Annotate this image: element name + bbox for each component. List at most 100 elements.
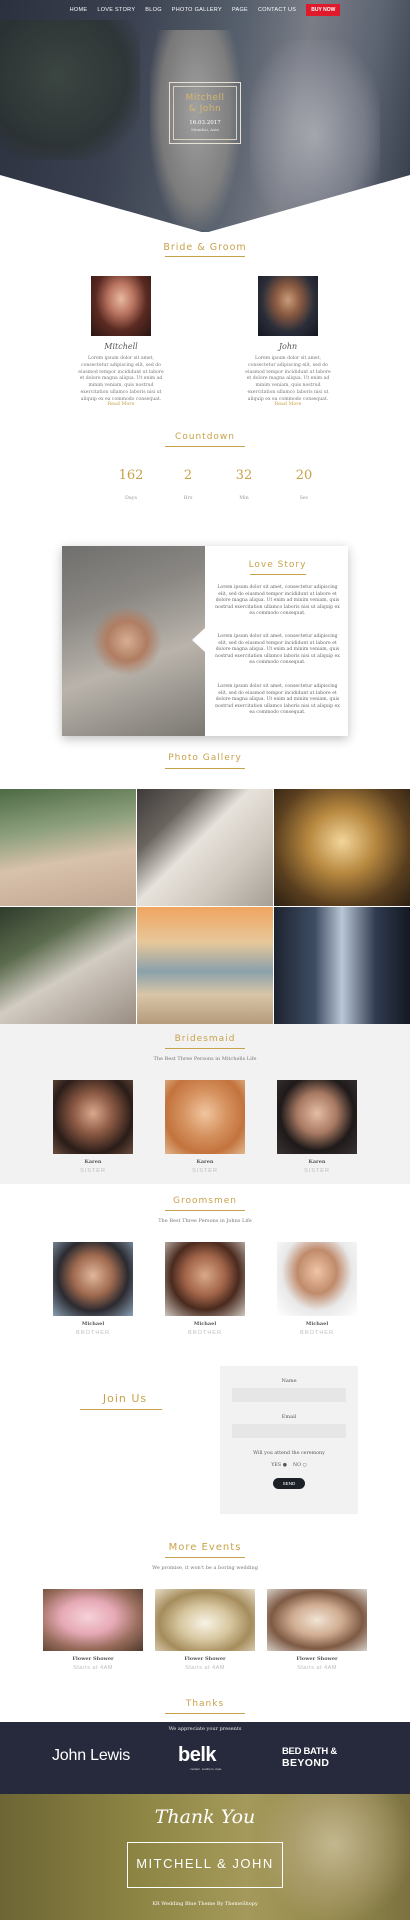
nav-contact[interactable]: CONTACT US [258,7,296,13]
hero-divider-right [205,175,410,233]
bridesmaid-name-1: Karen [84,1159,102,1165]
gallery-photo-4[interactable] [0,907,136,1024]
attend-yes-label: YES [271,1463,282,1468]
attend-no-label: NO [292,1463,302,1468]
gallery-photo-3[interactable] [274,789,410,906]
event-photo-1 [43,1589,143,1651]
top-nav: HOME LOVE STORY BLOG PHOTO GALLERY PAGE … [0,0,410,20]
bbb-logo-line1: BED BATH & [282,1746,337,1757]
love-story-divider [250,574,306,575]
nav-blog[interactable]: BLOG [145,7,161,13]
event-name-3: Flower Shower [296,1656,338,1662]
gallery-photo-5[interactable] [137,907,273,1024]
footer-names: MITCHELL & JOHN [136,1856,274,1871]
groomsman-name-3: Michael [305,1321,329,1327]
bbb-logo-line2: BEYOND [282,1757,330,1769]
nav-love-story[interactable]: LOVE STORY [97,7,135,13]
bride-groom-divider [165,256,245,257]
hero-names-line1: Mitchell [185,93,225,103]
bride-bio: Lorem ipsum dolor sit amet, consectetur … [78,356,164,402]
footer-credit: KR Wedding Blue Theme By ThemeShopy [152,1901,258,1907]
attend-yes-option[interactable]: YES ● [271,1463,287,1468]
hero-date: 16.03.2017 [189,120,221,126]
groom-name: John [278,342,298,351]
gallery-photo-1[interactable] [0,789,136,906]
bridesmaid-photo-3 [277,1080,357,1154]
name-label: Name [281,1378,297,1384]
radio-empty-icon: ○ [302,1463,307,1468]
bride-name: Mitchell [104,342,138,351]
belk-tagline: modern. southern. style. [190,1767,223,1771]
gallery-photo-6[interactable] [274,907,410,1024]
bridesmaid-role-2: SISTER [192,1168,218,1174]
countdown-minutes-value: 32 [235,468,253,483]
groomsman-role-3: BROTHER [300,1330,334,1336]
countdown-divider [165,446,245,447]
join-us-divider [80,1409,162,1410]
thank-you-heading: Thank You [154,1806,256,1828]
event-photo-2 [155,1589,255,1651]
thanks-divider [165,1713,245,1714]
countdown-seconds-label: Sec [299,496,309,501]
bridesmaid-role-3: SISTER [304,1168,330,1174]
groomsman-photo-2 [165,1242,245,1316]
groom-bio: Lorem ipsum dolor sit amet, consectetur … [245,356,331,402]
groomsman-photo-1 [53,1242,133,1316]
groomsman-role-2: BROTHER [188,1330,222,1336]
love-story-paragraph-1: Lorem ipsum dolor sit amet, consectetur … [215,585,340,617]
nav-photo-gallery[interactable]: PHOTO GALLERY [172,7,222,13]
thanks-subtitle: We appreciate your presents [168,1726,242,1732]
countdown-title: Countdown [174,432,235,442]
countdown-hours-label: Hrs [183,496,193,501]
event-time-3: Starts at 4AM [297,1665,337,1671]
bridesmaid-name-2: Karen [196,1159,214,1165]
event-photo-3 [267,1589,367,1651]
send-button[interactable]: SEND [273,1478,305,1489]
hero-divider-left [0,175,205,233]
events-divider [165,1557,245,1558]
gallery-photo-2[interactable] [137,789,273,906]
bride-read-more-link[interactable]: Read More [76,402,166,407]
groom-read-more-link[interactable]: Read More [243,402,333,407]
attend-question: Will you attend the ceremony [253,1451,325,1456]
countdown-minutes-label: Min [239,496,249,501]
love-story-arrow [192,628,205,652]
events-subtitle: We promise, it won't be a boring wedding [152,1565,258,1571]
events-title: More Events [168,1542,242,1553]
bridesmaid-name-3: Karen [308,1159,326,1165]
groomsman-name-1: Michael [81,1321,105,1327]
email-label: Email [281,1414,297,1420]
bridesmaid-photo-2 [165,1080,245,1154]
bridesmaid-photo-1 [53,1080,133,1154]
hero-place: Mumbai, Asia [191,127,219,132]
buy-now-button[interactable]: BUY NOW [306,4,341,16]
radio-selected-icon: ● [282,1463,287,1468]
attend-no-option[interactable]: NO ○ [293,1463,307,1468]
groomsman-role-1: BROTHER [76,1330,110,1336]
groomsmen-subtitle: The Best Three Persons in Johns Life [158,1218,252,1224]
bridesmaid-divider [165,1048,245,1049]
thanks-title: Thanks [185,1699,225,1709]
event-time-1: Starts at 4AM [73,1665,113,1671]
nav-page[interactable]: PAGE [232,7,248,13]
email-input[interactable] [232,1424,346,1438]
hero-title-box: Mitchell & John 16.03.2017 Mumbai, Asia [169,82,241,144]
john-lewis-logo: John Lewis [52,1747,131,1764]
join-us-title: Join Us [102,1392,148,1405]
holding-hands-shape [92,606,162,676]
countdown-days-value: 162 [118,468,144,483]
event-time-2: Starts at 4AM [185,1665,225,1671]
name-input[interactable] [232,1388,346,1402]
event-name-2: Flower Shower [184,1656,226,1662]
hero-tree-shape [0,20,140,160]
groom-photo [258,276,318,336]
event-name-1: Flower Shower [72,1656,114,1662]
love-story-photo [62,546,205,736]
groomsman-photo-3 [277,1242,357,1316]
love-story-paragraph-2: Lorem ipsum dolor sit amet, consectetur … [215,634,340,666]
bridesmaid-role-1: SISTER [80,1168,106,1174]
bridesmaid-subtitle: The Best Three Persons in Mitchells Life [153,1056,257,1062]
bridesmaid-title: Bridesmaid [174,1034,236,1044]
countdown-days-label: Days [125,496,137,501]
nav-home[interactable]: HOME [70,7,88,13]
